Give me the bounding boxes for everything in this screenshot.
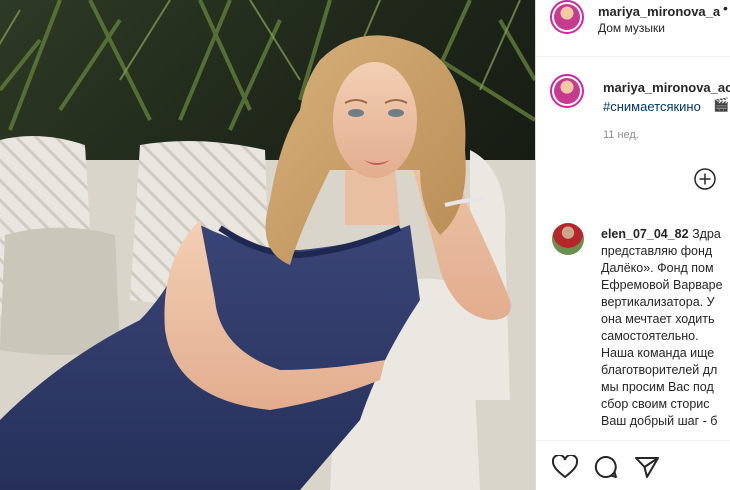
location-label[interactable]: Дом музыки [598,21,665,35]
comment-line-5: вертикализатора. У [601,295,715,309]
comment-icon[interactable] [593,455,619,479]
caption-hashtag[interactable]: #снимаетсякино [603,99,701,114]
more-dots-icon[interactable]: • [723,0,728,16]
post-header: mariya_mironova_a • Дом музыки [536,0,730,57]
comment-line-11: сбор своим сторис [601,397,710,411]
comment-line-12: Ваш добрый шаг - б [601,414,718,428]
comment-line-4: Ефремовой Варваре [601,278,723,292]
header-avatar[interactable] [550,0,584,34]
post-photo-image [0,0,535,490]
comment-line-8: Наша команда ище [601,346,715,360]
comment-body: elen_07_04_82 Здра представляю фонд Далё… [601,226,730,430]
post-sidebar: mariya_mironova_a • Дом музыки mariya_mi… [535,0,730,490]
caption-time[interactable]: 11 нед. [603,129,639,141]
comment-line-9: благотворителей дл [601,363,718,377]
add-circle-icon[interactable] [694,168,716,190]
caption-avatar[interactable] [550,74,584,108]
comment-avatar[interactable] [552,223,584,255]
heart-icon[interactable] [552,455,578,479]
comment-line-6: она мечтает ходить [601,312,715,326]
comment-line-7: самостоятельно. [601,329,699,343]
share-icon[interactable] [634,455,660,479]
comment-line-1: elen_07_04_82 Здра [601,227,721,241]
clapperboard-icon: 🎬 [713,97,730,112]
comment-line-3: Далёко». Фонд пом [601,261,714,275]
caption-username[interactable]: mariya_mironova_ac [603,80,730,95]
comment-username[interactable]: elen_07_04_82 [601,227,689,241]
comment-line-10: мы просим Вас под [601,380,714,394]
post-photo[interactable] [0,0,535,490]
action-bar [536,440,730,490]
header-username[interactable]: mariya_mironova_a [598,4,720,19]
comment-line-2: представляю фонд [601,244,713,258]
